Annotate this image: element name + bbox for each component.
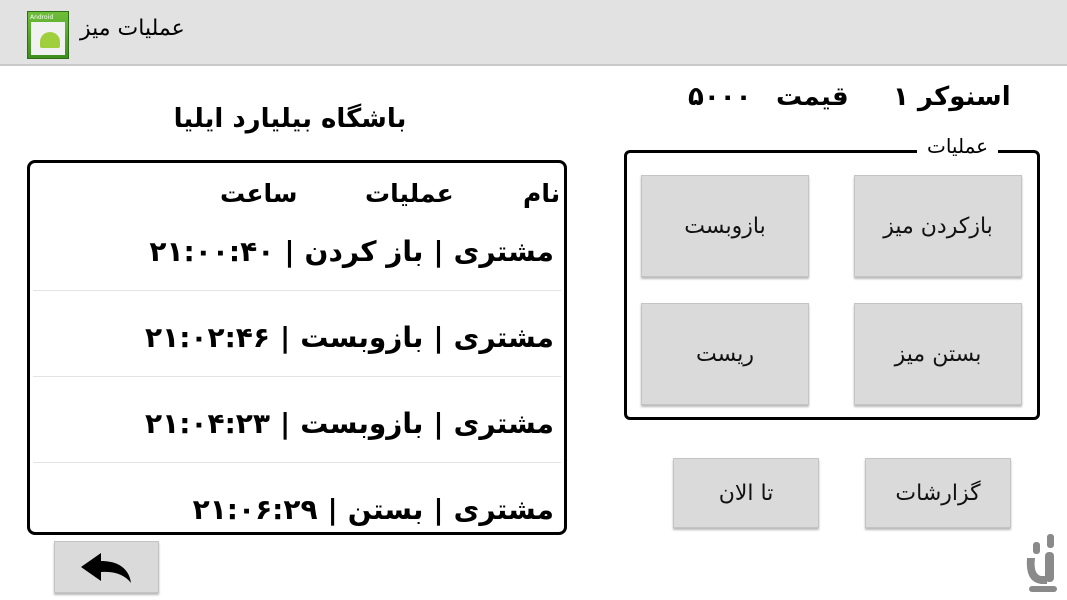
log-row-time: ۲۱:۰۶:۲۹ (192, 493, 318, 526)
android-app-icon: Android (27, 11, 69, 59)
log-row-operation: بازوبست (300, 321, 424, 354)
bazaar-logo-icon (1023, 532, 1063, 594)
log-row-operation: بستن (347, 493, 424, 526)
club-title: باشگاه بیلیارد ایلیا (173, 104, 407, 134)
close-table-button[interactable]: بستن میز (854, 303, 1022, 405)
back-arrow-icon (80, 553, 131, 583)
price-value: ۵۰۰۰ (688, 82, 752, 112)
log-row[interactable]: مشتری|بازوبست|۲۱:۰۴:۲۳ (33, 376, 561, 463)
log-row[interactable]: مشتری|باز کردن|۲۱:۰۰:۴۰ (33, 204, 561, 291)
operations-legend: عملیات (917, 134, 999, 158)
toggle-button[interactable]: بازوبست (641, 175, 809, 277)
log-row-operation: بازوبست (300, 407, 424, 440)
log-row-name: مشتری (453, 321, 554, 354)
log-row-name: مشتری (453, 493, 554, 526)
table-name: اسنوکر ۱ (893, 82, 1011, 112)
log-row-time: ۲۱:۰۰:۴۰ (149, 235, 275, 268)
reset-button[interactable]: ریست (641, 303, 809, 405)
back-button[interactable] (54, 541, 159, 593)
log-row-name: مشتری (453, 407, 554, 440)
log-row-time: ۲۱:۰۲:۴۶ (145, 321, 270, 354)
open-table-button[interactable]: بازکردن میز (854, 175, 1022, 277)
log-row-operation: باز کردن (304, 235, 424, 268)
log-row-time: ۲۱:۰۴:۲۳ (145, 407, 270, 440)
title-bar: Android عملیات میز (0, 0, 1067, 66)
reports-button[interactable]: گزارشات (865, 458, 1011, 528)
window-title: عملیات میز (80, 16, 185, 41)
log-row[interactable]: مشتری|بستن|۲۱:۰۶:۲۹ (33, 462, 561, 548)
log-row[interactable]: مشتری|بازوبست|۲۱:۰۲:۴۶ (33, 290, 561, 377)
app-icon-tag: Android (30, 14, 54, 21)
log-row-name: مشتری (453, 235, 554, 268)
price-label: قیمت (776, 82, 849, 112)
operations-log-panel: نام عملیات ساعت مشتری|باز کردن|۲۱:۰۰:۴۰ … (27, 160, 567, 535)
until-now-button[interactable]: تا الان (673, 458, 819, 528)
